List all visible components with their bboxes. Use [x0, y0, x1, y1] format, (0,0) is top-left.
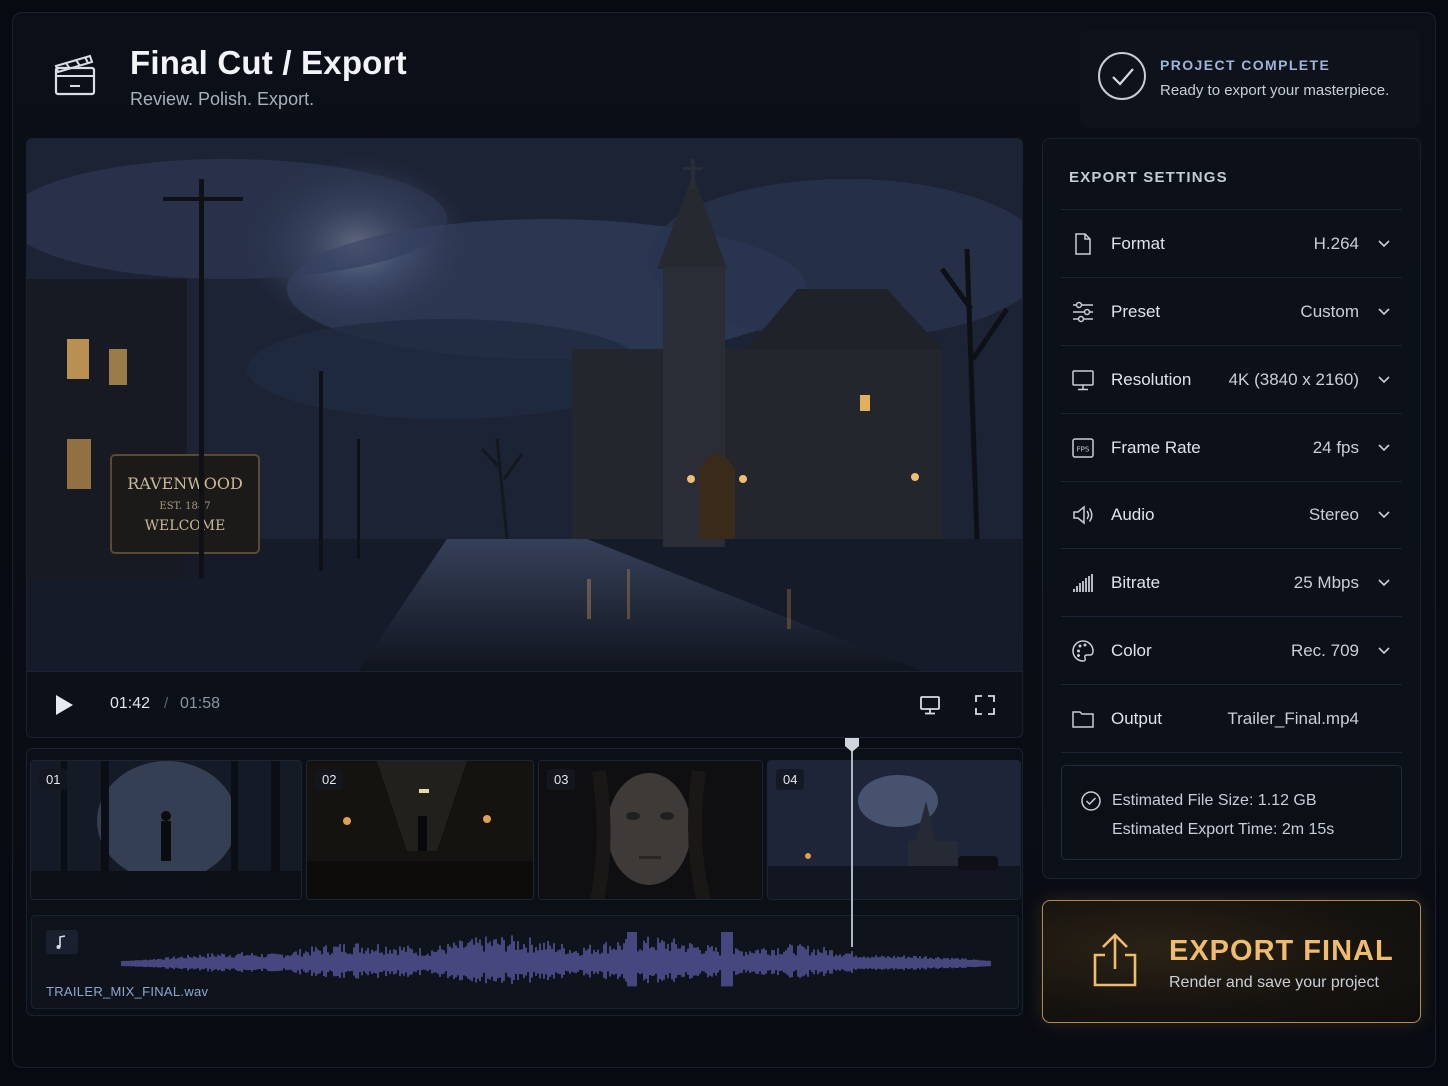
export-final-button[interactable]: EXPORT FINAL Render and save your projec…: [1042, 900, 1421, 1023]
monitor-output-button[interactable]: [919, 694, 941, 716]
check-circle-icon: [1098, 52, 1146, 100]
fps-icon: FPS: [1072, 438, 1094, 458]
timeline-clip-03[interactable]: 03: [538, 760, 763, 900]
setting-frame-rate[interactable]: FPS Frame Rate 24 fps: [1061, 414, 1402, 482]
export-label: EXPORT FINAL: [1169, 935, 1394, 967]
export-settings-panel: EXPORT SETTINGS Format H.264 Preset Cust…: [1042, 138, 1421, 879]
chevron-down-icon: [1378, 511, 1390, 519]
sign-line-1: RAVENWOOD: [127, 474, 243, 493]
chevron-down-icon: [1378, 308, 1390, 316]
setting-label: Color: [1111, 641, 1152, 660]
setting-value: 4K (3840 x 2160): [1228, 370, 1359, 389]
setting-value: Stereo: [1308, 505, 1359, 524]
setting-value: Trailer_Final.mp4: [1227, 709, 1359, 728]
setting-value: H.264: [1313, 234, 1359, 253]
clapperboard-icon: [52, 46, 98, 100]
clip-thumbnail-forest: [31, 761, 301, 899]
export-subtext: Render and save your project: [1169, 974, 1379, 991]
playhead-handle[interactable]: [843, 737, 861, 753]
clip-number: 03: [547, 769, 576, 790]
clip-thumbnail-church-street: [768, 761, 1020, 899]
page-subtitle: Review. Polish. Export.: [130, 89, 315, 109]
file-icon: [1075, 233, 1091, 255]
setting-resolution[interactable]: Resolution 4K (3840 x 2160): [1061, 346, 1402, 414]
timeline-clip-04[interactable]: 04: [767, 760, 1021, 900]
palette-icon: [1072, 640, 1094, 662]
audio-track[interactable]: TRAILER_MIX_FINAL.wav: [31, 915, 1019, 1009]
setting-label: Preset: [1111, 302, 1161, 321]
setting-label: Output: [1111, 709, 1163, 728]
speaker-icon: [1073, 505, 1093, 525]
estimated-export-time: Estimated Export Time: 2m 15s: [1112, 821, 1335, 838]
fullscreen-icon: [975, 695, 995, 715]
setting-label: Audio: [1111, 505, 1155, 524]
setting-output[interactable]: Output Trailer_Final.mp4: [1061, 685, 1402, 753]
setting-bitrate[interactable]: Bitrate 25 Mbps: [1061, 549, 1402, 617]
estimated-file-size: Estimated File Size: 1.12 GB: [1112, 792, 1317, 809]
setting-value: 25 Mbps: [1293, 573, 1359, 592]
clip-number: 01: [39, 769, 68, 790]
page-title: Final Cut / Export: [130, 44, 407, 81]
setting-label: Format: [1111, 234, 1165, 253]
setting-value: Rec. 709: [1290, 641, 1359, 660]
clip-number: 04: [776, 769, 805, 790]
playhead-line: [851, 747, 853, 947]
signal-bars-icon: [1073, 574, 1093, 592]
chevron-down-icon: [1378, 376, 1390, 384]
svg-text:FPS: FPS: [1077, 446, 1090, 454]
export-estimate: Estimated File Size: 1.12 GB Estimated E…: [1061, 765, 1402, 860]
check-circle-icon: [1081, 791, 1101, 811]
setting-label: Resolution: [1111, 370, 1192, 389]
upload-icon: [1093, 933, 1137, 987]
settings-heading: EXPORT SETTINGS: [1069, 169, 1228, 186]
audio-file-name: TRAILER_MIX_FINAL.wav: [46, 984, 209, 999]
preview-frame-illustration: RAVENWOOD EST. 1887 WELCOME: [27, 139, 1022, 671]
chevron-down-icon: [1378, 579, 1390, 587]
setting-audio[interactable]: Audio Stereo: [1061, 481, 1402, 549]
status-label: PROJECT COMPLETE: [1160, 57, 1331, 73]
setting-preset[interactable]: Preset Custom: [1061, 278, 1402, 346]
setting-label: Frame Rate: [1111, 438, 1201, 457]
status-text: Ready to export your masterpiece.: [1160, 82, 1390, 99]
clip-number: 02: [315, 769, 344, 790]
timeline: 01 02 03 04 TRAILER_MIX_FINAL.wav: [26, 748, 1023, 1016]
player-controls: 01:42 / 01:58: [26, 672, 1023, 738]
play-button[interactable]: [53, 693, 75, 717]
chevron-down-icon: [1378, 444, 1390, 452]
chevron-down-icon: [1378, 647, 1390, 655]
monitor-icon: [1072, 370, 1094, 391]
setting-color[interactable]: Color Rec. 709: [1061, 617, 1402, 685]
chevron-down-icon: [1378, 240, 1390, 248]
video-preview[interactable]: RAVENWOOD EST. 1887 WELCOME: [26, 138, 1023, 672]
setting-label: Bitrate: [1111, 573, 1161, 592]
play-icon: [56, 695, 73, 715]
monitor-icon: [920, 696, 940, 715]
setting-value: Custom: [1300, 302, 1359, 321]
setting-format[interactable]: Format H.264: [1061, 210, 1402, 278]
folder-icon: [1072, 711, 1094, 728]
timeline-clip-01[interactable]: 01: [30, 760, 302, 900]
time-separator: /: [164, 695, 169, 712]
setting-value: 24 fps: [1312, 438, 1359, 457]
total-time: 01:58: [180, 695, 221, 712]
timeline-clip-02[interactable]: 02: [306, 760, 534, 900]
sliders-icon: [1073, 301, 1093, 323]
fullscreen-button[interactable]: [974, 694, 996, 716]
project-status-card: PROJECT COMPLETE Ready to export your ma…: [1080, 30, 1420, 128]
sign-line-3: WELCOME: [145, 518, 226, 534]
current-time: 01:42: [110, 695, 151, 712]
